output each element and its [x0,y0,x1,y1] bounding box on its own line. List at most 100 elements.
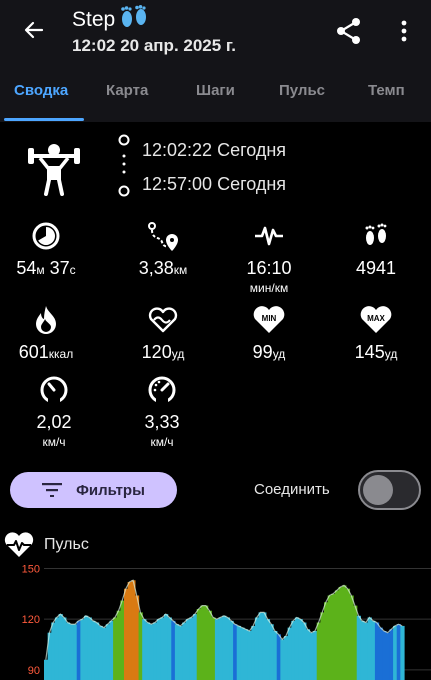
share-button[interactable] [332,14,366,48]
heart-wave-icon [148,307,178,333]
hr-bar [269,624,274,680]
hr-bar [109,620,114,680]
hr-bar [58,614,63,680]
hr-bar [276,634,281,680]
hr-bar [284,636,289,680]
stat-duration: 54м 37с [0,220,92,279]
tab-map[interactable]: Карта [106,82,148,99]
hr-bar [225,617,231,680]
filter-icon [42,483,63,497]
min-hr-value: 99уд [252,342,286,362]
hr-bar [102,627,107,680]
tab-summary[interactable]: Сводка [14,82,68,99]
hr-bar [302,622,307,680]
footprints-icon [121,5,147,27]
stat-avg-hr: 120уд [117,304,209,363]
end-time: 12:57:00 Сегодня [142,174,287,194]
hr-bar [396,624,401,680]
y-tick-label: 90 [28,665,40,677]
hr-bar [291,620,296,680]
hr-bar [382,630,387,680]
hr-bar [156,619,161,680]
pace-wave-icon [255,226,283,246]
hr-bar [393,625,398,680]
hr-bar [222,615,227,680]
join-toggle[interactable] [358,470,421,510]
hr-bar [320,612,325,680]
tab-pulse[interactable]: Пульс [279,82,325,99]
page-title: Step [72,8,116,31]
speedometer-icon [40,376,68,405]
hr-bar [389,629,394,680]
svg-text:MAX: MAX [367,314,385,323]
hr-bar [98,625,103,680]
weightlifting-icon [28,144,80,196]
stat-avg-speed: 2,02 км/ч [8,374,100,449]
stat-pace: 16:10 мин/км [223,220,315,295]
hr-bar [65,622,71,680]
heart-rate-chart: 150 120 90 [22,563,431,680]
y-tick-label: 150 [22,563,40,575]
distance-value: 3,38км [138,258,188,278]
hr-bar [87,617,92,680]
arrow-back-icon [24,21,44,39]
hr-bar [149,624,154,680]
hr-bar [178,625,183,680]
toggle-knob [363,475,393,505]
tab-indicator [4,118,84,121]
hr-bar [356,615,361,680]
steps-value: 4941 [355,258,397,278]
hr-bar [345,588,351,680]
hr-bar [193,614,198,680]
hr-bar [91,620,96,680]
page-subtitle: 12:02 20 апр. 2025 г. [72,36,237,55]
hr-bar [211,617,216,680]
hr-bar [298,619,303,680]
hr-bar [262,612,267,680]
tab-steps[interactable]: Шаги [196,82,235,99]
app-bar: Step 12:02 20 апр. 2025 г. [0,0,431,70]
hr-bar [360,620,365,680]
max-speed-unit: км/ч [150,435,174,449]
join-label: Соединить [254,481,330,498]
hr-bar [153,622,158,680]
hr-bar [171,620,176,680]
stat-max-speed: 3,33 км/ч [116,374,208,449]
stat-distance: 3,38км [117,220,209,279]
timeline-icon [118,134,130,197]
hr-bar [334,590,340,680]
hr-bar [265,619,271,680]
avg-speed-value: 2,02 [36,412,72,432]
hr-bar [142,619,147,680]
hr-bar [73,624,78,680]
hr-bar [174,624,180,680]
hr-bar [124,588,129,680]
hr-bar [244,629,249,680]
max-hr-value: 145уд [354,342,398,362]
hr-bar [327,595,332,680]
hr-bar [385,632,391,680]
svg-text:MIN: MIN [262,314,277,323]
hr-bar [353,605,358,680]
stat-steps: 4941 [330,220,422,279]
more-options-button[interactable] [392,14,416,48]
hr-bar [200,605,205,680]
hr-bar [185,619,191,680]
tab-bar: Сводка Карта Шаги Пульс Темп [0,70,431,122]
hr-bar [62,617,67,680]
hr-bar [240,627,245,680]
hr-bar [196,609,201,680]
hr-bar [338,587,343,680]
tab-pace[interactable]: Темп [368,82,405,99]
hr-bar [294,617,300,680]
calories-value: 601ккал [18,342,74,362]
hr-bar [44,659,49,680]
hr-bar [76,620,81,680]
hr-bar [167,617,172,680]
heart-min-icon: MIN [253,306,285,333]
hr-bar [251,625,256,680]
more-vert-icon [401,20,407,42]
hr-bar [273,630,278,680]
filters-button[interactable]: Фильтры [10,472,177,508]
back-button[interactable] [18,14,50,46]
